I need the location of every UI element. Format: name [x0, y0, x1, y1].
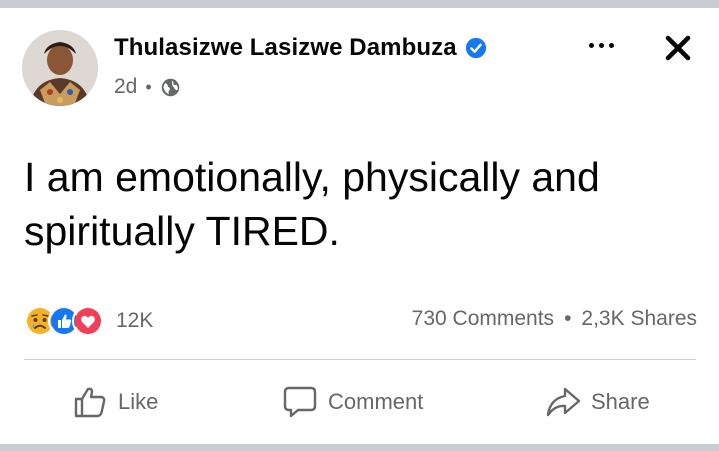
- globe-icon[interactable]: [160, 77, 181, 98]
- divider: [24, 359, 696, 360]
- reactions-summary[interactable]: 12K: [24, 305, 153, 337]
- thumbs-up-icon: [74, 387, 106, 418]
- top-edge-bar: [0, 0, 719, 8]
- comment-button[interactable]: Comment: [282, 384, 423, 420]
- shares-count[interactable]: 2,3K Shares: [581, 307, 697, 331]
- close-icon[interactable]: [660, 30, 696, 66]
- post-actions: Like Comment Share: [0, 374, 719, 434]
- share-icon: [546, 387, 581, 417]
- share-button[interactable]: Share: [545, 384, 650, 420]
- post-text-line-2: spiritually TIRED.: [24, 208, 340, 254]
- like-label: Like: [118, 389, 159, 414]
- more-dot: [598, 42, 604, 48]
- more-options-button[interactable]: [582, 28, 620, 62]
- like-button[interactable]: Like: [72, 384, 158, 420]
- comment-icon: [283, 386, 317, 418]
- post-text-line-1: I am emotionally, physically and: [24, 154, 600, 200]
- author-name[interactable]: Thulasizwe Lasizwe Dambuza: [114, 34, 457, 62]
- meta-separator: •: [145, 76, 152, 97]
- reaction-count: 12K: [116, 309, 154, 332]
- author-row: Thulasizwe Lasizwe Dambuza: [114, 34, 487, 62]
- comments-count[interactable]: 730 Comments: [412, 307, 554, 331]
- love-reaction-icon: [72, 305, 104, 337]
- counts-separator: •: [564, 307, 572, 330]
- post-header: Thulasizwe Lasizwe Dambuza 2d •: [22, 28, 702, 108]
- share-label: Share: [591, 389, 650, 414]
- post-meta: 2d •: [114, 75, 181, 99]
- avatar-photo: [22, 30, 98, 106]
- post-time[interactable]: 2d: [114, 75, 137, 99]
- verified-badge-icon: [465, 37, 486, 59]
- comment-label: Comment: [328, 389, 424, 414]
- bottom-edge-bar: [0, 444, 719, 451]
- more-dot: [608, 42, 614, 48]
- engagement-counts: 730 Comments • 2,3K Shares: [412, 307, 697, 331]
- avatar[interactable]: [22, 30, 98, 106]
- post-text: I am emotionally, physically and spiritu…: [24, 150, 684, 258]
- more-options-icon: [588, 42, 594, 48]
